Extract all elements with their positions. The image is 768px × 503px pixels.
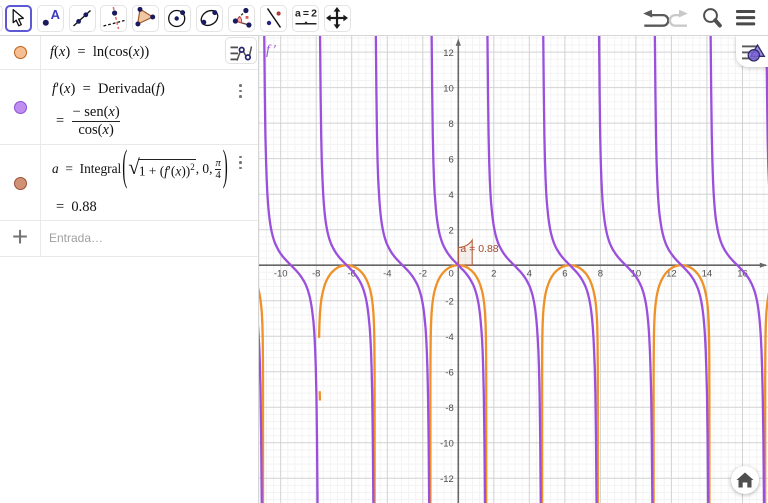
svg-text:-8: -8 [445,403,453,414]
svg-text:a = 2: a = 2 [294,8,316,20]
svg-text:-6: -6 [445,368,453,379]
svg-text:a = 0.88: a = 0.88 [460,243,498,255]
svg-text:2: 2 [491,269,496,280]
svg-text:4: 4 [527,269,532,280]
svg-text:14: 14 [702,269,713,280]
svg-text:-4: -4 [383,269,391,280]
svg-text:6: 6 [449,155,454,166]
svg-text:-4: -4 [445,332,453,343]
svg-text:-8: -8 [312,269,320,280]
svg-text:0: 0 [449,269,454,280]
svg-text:6: 6 [562,269,567,280]
svg-text:-2: -2 [445,297,453,308]
svg-text:-10: -10 [274,269,288,280]
svg-text:2: 2 [449,226,454,237]
svg-text:8: 8 [598,269,603,280]
svg-text:4: 4 [449,190,454,201]
svg-text:-10: -10 [440,439,454,450]
svg-text:12: 12 [443,48,454,59]
svg-text:f ′: f ′ [266,43,277,58]
svg-text:A: A [51,7,61,22]
svg-text:-12: -12 [440,474,454,485]
svg-text:-2: -2 [419,269,427,280]
svg-text:10: 10 [443,84,454,95]
svg-text:8: 8 [449,119,454,130]
